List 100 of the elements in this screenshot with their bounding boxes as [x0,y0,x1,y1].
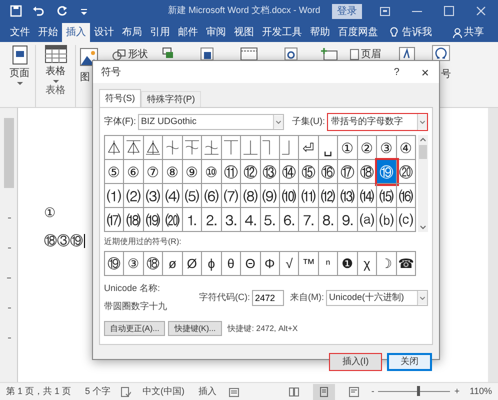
page-count[interactable]: 第 1 页，共 1 页 [6,384,72,398]
shapes-button[interactable]: 形状 [112,47,148,62]
symbol-cell[interactable]: ⑴ [105,184,124,208]
scrollbar-thumb[interactable] [419,145,427,159]
symbol-cell[interactable]: ⒈ [182,208,202,232]
symbol-cell[interactable]: ⑩ [202,160,222,184]
redo-icon[interactable] [56,5,68,17]
symbol-cell[interactable]: ⏉ [222,136,242,160]
symbol-cell[interactable]: ⒞ [396,208,416,232]
zoom-out-button[interactable]: - [371,384,374,398]
from-dropdown[interactable]: Unicode(十六进制) [326,290,428,306]
symbol-cell[interactable]: ⒊ [222,208,242,232]
web-layout-icon[interactable] [349,386,360,396]
menu-tab[interactable]: 邮件 [174,23,202,42]
symbol-cell[interactable]: ⑹ [202,184,222,208]
symbol-cell[interactable]: ⑦ [144,160,164,184]
zoom-in-button[interactable]: + [454,384,460,398]
symbol-cell[interactable]: ⑸ [182,184,202,208]
table-button[interactable]: 表格 [36,45,76,78]
autocorrect-button[interactable]: 自动更正(A)... [104,321,166,336]
smartart-icon[interactable] [162,47,174,59]
symbol-cell[interactable]: ⒂ [377,184,397,208]
symbol-cell[interactable]: ⑬ [260,160,280,184]
symbol-cell[interactable]: ① [338,136,358,160]
symbol-cell[interactable]: ⏊ [241,136,260,160]
symbol-cell[interactable]: ⑤ [105,160,124,184]
zoom-level[interactable]: 110% [470,384,492,398]
menu-tab[interactable]: 百度网盘 [334,23,382,42]
scrollbar[interactable] [418,135,428,232]
close-icon[interactable] [476,6,486,16]
symbol-cell[interactable]: ⑯ [318,160,338,184]
symbol-cell[interactable]: ⏇ [182,136,202,160]
shortcut-key-button[interactable]: 快捷键(K)... [168,321,222,336]
symbol-cell[interactable]: ⑥ [124,160,144,184]
symbol-cell[interactable]: ⑰ [338,160,358,184]
customize-icon[interactable] [80,7,88,15]
close-dialog-button[interactable]: 关闭 [387,353,432,371]
insert-button[interactable]: 插入(I) [329,353,382,371]
login-button[interactable]: 登录 [332,4,362,18]
symbol-cell[interactable]: ⏌ [280,136,300,160]
symbol-cell[interactable]: ⒋ [241,208,260,232]
symbol-cell[interactable]: ⑭ [280,160,300,184]
symbol-cell[interactable]: ⒆ [144,208,164,232]
save-icon[interactable] [10,5,22,17]
mode-indicator[interactable]: 插入 [198,384,217,398]
symbol-cell[interactable]: ⑾ [299,184,319,208]
symbol-cell[interactable]: ⒅ [124,208,144,232]
symbol-cell[interactable]: ⏄ [124,136,144,160]
video-icon[interactable] [240,47,258,61]
picture-icon[interactable] [80,48,98,66]
symbol-cell[interactable]: ⒝ [377,208,397,232]
symbol-button[interactable]: 号 [441,69,451,81]
proofing-icon[interactable] [120,386,131,396]
symbol-cell[interactable]: ⒁ [358,184,378,208]
symbol-cell[interactable]: ⒀ [338,184,358,208]
symbol-cell[interactable]: ⒐ [338,208,358,232]
symbol-cell[interactable]: ⑼ [260,184,280,208]
menu-tab[interactable]: 开始 [34,23,62,42]
symbol-cell[interactable]: ⑲ [377,160,397,184]
symbol-cell[interactable]: ⒉ [202,208,222,232]
subset-dropdown[interactable]: 带括号的字母数字 [327,113,428,131]
symbol-cell[interactable]: ␣ [318,136,338,160]
menu-tab[interactable]: 文件 [6,23,34,42]
dialog-tab[interactable]: 符号(S) [99,89,141,107]
symbol-cell[interactable]: ⑧ [163,160,183,184]
symbol-cell[interactable]: ⒇ [163,208,183,232]
ribbon-display-icon[interactable] [380,6,390,16]
symbol-cell[interactable]: ⏎ [299,136,319,160]
menu-tab[interactable]: 开发工具 [258,23,306,42]
symbol-cell[interactable]: ⑫ [241,160,260,184]
language-indicator[interactable]: 中文(中国) [142,384,185,398]
macro-icon[interactable] [228,386,239,396]
symbol-cell[interactable]: ⒎ [299,208,319,232]
symbol-cell[interactable]: ⑵ [124,184,144,208]
read-mode-icon[interactable] [289,386,300,396]
font-dropdown[interactable]: BIZ UDGothic [138,114,284,130]
menu-tab[interactable]: 帮助 [306,23,334,42]
page-button[interactable]: 页面 [4,45,34,80]
lightbulb-icon[interactable] [390,27,398,38]
symbol-cell[interactable]: ⏃ [105,136,124,160]
symbol-cell[interactable]: ⑮ [299,160,319,184]
share-button[interactable]: 共享 [453,23,484,42]
picture-button[interactable]: 图 [80,72,90,84]
symbol-cell[interactable]: ⒏ [318,208,338,232]
caret-icon[interactable] [52,80,58,84]
symbol-cell[interactable]: ⑺ [222,184,242,208]
symbol-cell[interactable]: ⒄ [105,208,124,232]
symbol-cell[interactable]: ⒍ [280,208,300,232]
undo-icon[interactable] [32,5,44,17]
symbol-cell[interactable]: ⑿ [318,184,338,208]
symbol-cell[interactable]: ⑳ [396,160,416,184]
menu-tab[interactable]: 视图 [230,23,258,42]
menu-tab[interactable]: 引用 [146,23,174,42]
maximize-icon[interactable] [444,6,454,16]
close-button[interactable]: × [421,66,429,78]
print-layout-button[interactable] [313,384,336,400]
menu-tab[interactable]: 布局 [118,23,146,42]
symbol-cell[interactable]: ⏈ [202,136,222,160]
symbol-cell[interactable]: ⒌ [260,208,280,232]
symbol-cell[interactable]: ⒃ [396,184,416,208]
